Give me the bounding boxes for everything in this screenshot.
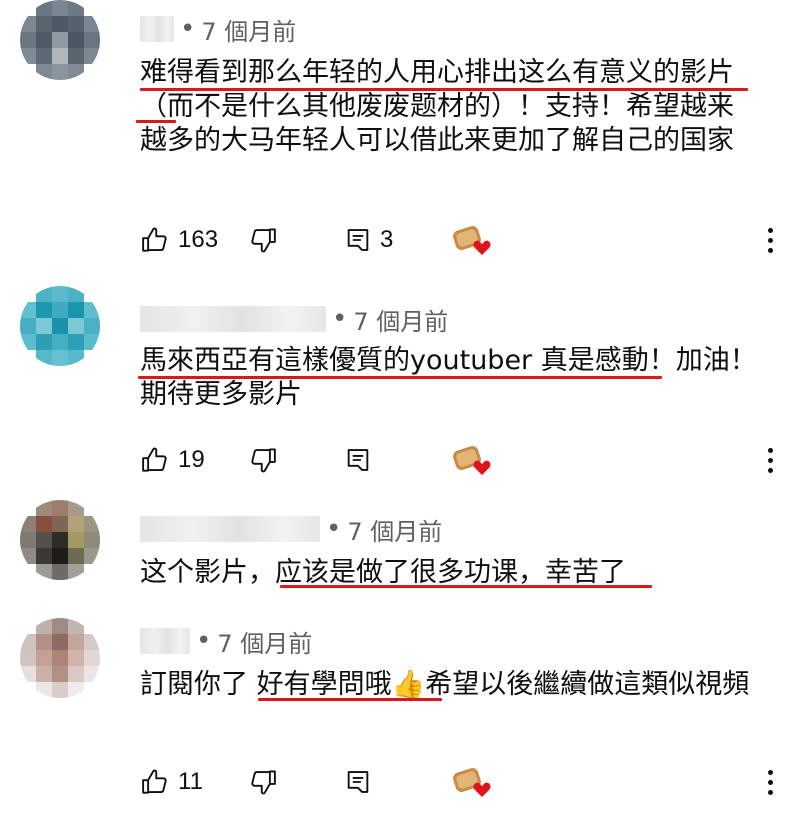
reply-icon	[347, 771, 369, 793]
creator-heart	[452, 762, 494, 802]
author-name[interactable]	[140, 628, 190, 654]
reply-count: 3	[380, 226, 394, 253]
comments-page: { "comments": [ { "time": "7 個月前", "text…	[0, 0, 800, 814]
separator-dot: •	[332, 304, 348, 334]
like-button[interactable]: 163	[140, 220, 218, 260]
dislike-button[interactable]	[248, 762, 278, 802]
comment-header: • 7 個月前	[140, 302, 448, 337]
highlight-underline	[138, 376, 662, 379]
more-options-button[interactable]	[760, 220, 780, 260]
highlight-underline	[136, 120, 176, 123]
thumb-up-icon	[142, 769, 167, 794]
comment-timestamp[interactable]: 7 個月前	[217, 624, 312, 659]
author-name[interactable]	[140, 306, 326, 332]
comment-header: • 7 個月前	[140, 512, 442, 547]
comment-text: 难得看到那么年轻的人用心排出这么有意义的影片（而不是什么其他废废题材的）！支持！…	[140, 57, 734, 156]
separator-dot: •	[326, 514, 342, 544]
comment-timestamp[interactable]: 7 個月前	[347, 512, 442, 547]
dislike-button[interactable]	[248, 220, 278, 260]
comment-actions: 19	[140, 440, 780, 480]
thumb-down-icon	[251, 770, 276, 795]
comment-header: • 7 個月前	[140, 624, 312, 659]
author-name[interactable]	[140, 16, 174, 42]
avatar[interactable]	[20, 0, 100, 80]
reply-button[interactable]	[344, 762, 372, 802]
reply-icon	[347, 449, 369, 471]
creator-heart	[452, 220, 494, 260]
thumb-down-icon	[251, 448, 276, 473]
creator-heart-icon	[453, 446, 491, 475]
comment-header: • 7 個月前	[140, 12, 296, 47]
highlight-underline	[140, 88, 748, 91]
like-count: 19	[178, 446, 205, 473]
separator-dot: •	[196, 626, 212, 656]
like-count: 163	[178, 226, 219, 253]
separator-dot: •	[180, 14, 196, 44]
reply-button[interactable]: 3	[344, 220, 393, 260]
comment-actions: 163 3	[140, 220, 780, 260]
creator-heart-icon	[453, 768, 491, 797]
avatar[interactable]	[20, 500, 100, 580]
thumb-up-icon	[142, 227, 167, 252]
reply-icon	[347, 229, 369, 251]
more-options-button[interactable]	[760, 762, 780, 802]
avatar[interactable]	[20, 618, 100, 698]
thumb-down-icon	[251, 228, 276, 253]
creator-heart-icon	[453, 226, 491, 255]
dislike-button[interactable]	[248, 440, 278, 480]
like-button[interactable]: 19	[140, 440, 205, 480]
reply-button[interactable]	[344, 440, 372, 480]
comment-timestamp[interactable]: 7 個月前	[201, 12, 296, 47]
comment-timestamp[interactable]: 7 個月前	[353, 302, 448, 337]
creator-heart	[452, 440, 494, 480]
avatar[interactable]	[20, 286, 100, 366]
comment-text: 訂閱你了 好有學問哦👍希望以後繼續做這類似視頻	[140, 669, 750, 700]
comment-actions: 11	[140, 762, 780, 802]
like-count: 11	[178, 768, 203, 795]
author-name[interactable]	[140, 516, 320, 542]
more-options-button[interactable]	[760, 440, 780, 480]
like-button[interactable]: 11	[140, 762, 203, 802]
highlight-underline	[280, 585, 652, 588]
thumb-up-icon	[142, 447, 167, 472]
highlight-underline	[258, 698, 442, 701]
